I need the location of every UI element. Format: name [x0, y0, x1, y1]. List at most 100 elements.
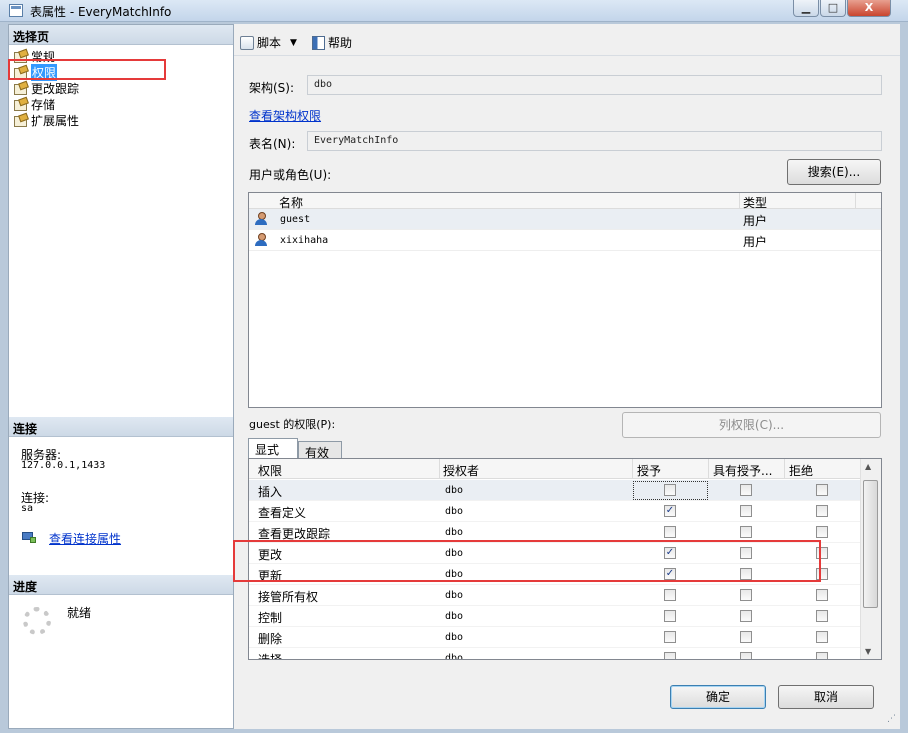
script-icon: [240, 35, 254, 50]
table-row[interactable]: 查看定义 dbo ✓: [249, 501, 861, 522]
deny-checkbox[interactable]: [816, 610, 828, 622]
page-icon: [13, 114, 28, 127]
help-icon: [312, 35, 325, 50]
grantor: dbo: [445, 590, 464, 601]
users-roles-grid: 名称 类型 guest 用户 xixihaha 用户: [248, 192, 882, 408]
schema-label: 架构(S):: [249, 81, 295, 95]
scrollbar-thumb[interactable]: [863, 480, 878, 608]
search-button[interactable]: 搜索(E)...: [787, 159, 881, 185]
with-grant-checkbox[interactable]: [740, 652, 752, 659]
column-header-grant[interactable]: 授予: [637, 462, 661, 479]
page-icon: [13, 82, 28, 95]
permission-name: 查看定义: [258, 506, 307, 520]
grant-checkbox[interactable]: [664, 631, 676, 643]
highlight-box-alter-update: [233, 540, 821, 582]
grant-checkbox[interactable]: [664, 610, 676, 622]
table-row[interactable]: guest 用户: [249, 209, 881, 230]
tab-explicit[interactable]: 显式: [248, 438, 298, 458]
user-icon: [254, 233, 268, 247]
table-row[interactable]: xixihaha 用户: [249, 230, 881, 251]
deny-checkbox[interactable]: [816, 589, 828, 601]
users-roles-label: 用户或角色(U):: [249, 168, 332, 182]
page-item-extended-properties[interactable]: 扩展属性: [13, 112, 79, 128]
with-grant-checkbox[interactable]: [740, 505, 752, 517]
grant-checkbox[interactable]: [664, 526, 676, 538]
column-permissions-button[interactable]: 列权限(C)...: [622, 412, 881, 438]
focus-cell: [633, 481, 708, 500]
select-page-header: 选择页: [9, 25, 233, 45]
view-schema-permissions-link[interactable]: 查看架构权限: [249, 107, 321, 124]
scroll-up-icon[interactable]: ▲: [865, 462, 871, 471]
with-grant-checkbox[interactable]: [740, 484, 752, 496]
connection-header: 连接: [9, 417, 233, 437]
page-icon: [13, 98, 28, 111]
grantor: dbo: [445, 611, 464, 622]
deny-checkbox[interactable]: [816, 631, 828, 643]
window-title: 表属性 - EveryMatchInfo: [30, 5, 172, 19]
grant-checkbox[interactable]: [664, 589, 676, 601]
table-row[interactable]: 选择 dbo: [249, 648, 861, 660]
column-header-grantor[interactable]: 授权者: [443, 462, 479, 479]
scroll-down-icon[interactable]: ▼: [865, 647, 871, 656]
grantor: dbo: [445, 632, 464, 643]
deny-checkbox[interactable]: [816, 652, 828, 659]
page-item-change-tracking[interactable]: 更改跟踪: [13, 80, 79, 96]
with-grant-checkbox[interactable]: [740, 526, 752, 538]
grantor: dbo: [445, 506, 464, 517]
with-grant-checkbox[interactable]: [740, 631, 752, 643]
permissions-grid-header: 权限 授权者 授予 具有授予... 拒绝: [249, 459, 861, 479]
help-button[interactable]: 帮助: [312, 34, 352, 51]
progress-spinner-icon: [23, 607, 51, 635]
deny-checkbox[interactable]: [816, 526, 828, 538]
column-header-deny[interactable]: 拒绝: [789, 462, 813, 479]
permission-name: 控制: [258, 611, 283, 625]
close-button[interactable]: X: [847, 0, 891, 17]
deny-checkbox[interactable]: [816, 484, 828, 496]
grantor: dbo: [445, 485, 464, 496]
permissions-scrollbar[interactable]: ▲ ▼: [860, 459, 881, 659]
user-name: guest: [280, 214, 311, 225]
grantor: dbo: [445, 527, 464, 538]
table-name-field: EveryMatchInfo: [307, 131, 882, 151]
deny-checkbox[interactable]: [816, 505, 828, 517]
page-item-label: 存储: [31, 97, 56, 112]
with-grant-checkbox[interactable]: [740, 589, 752, 601]
script-button[interactable]: 脚本 ▼: [240, 34, 297, 51]
progress-status: 就绪: [67, 606, 92, 620]
table-row[interactable]: 删除 dbo: [249, 627, 861, 648]
connection-properties-icon: [21, 531, 37, 544]
view-connection-properties-link[interactable]: 查看连接属性: [49, 530, 121, 547]
table-row[interactable]: 插入 dbo: [249, 480, 861, 501]
table-properties-icon: [9, 4, 23, 17]
maximize-button[interactable]: □: [820, 0, 846, 17]
grant-checkbox[interactable]: ✓: [664, 505, 676, 517]
permission-name: 插入: [258, 485, 283, 499]
users-grid-header: 名称 类型: [249, 193, 881, 210]
title-bar: 表属性 - EveryMatchInfo ▁ □ X: [0, 0, 908, 22]
table-row[interactable]: 控制 dbo: [249, 606, 861, 627]
column-header-permission[interactable]: 权限: [258, 462, 282, 479]
permission-name: 选择: [258, 653, 283, 660]
column-header-with-grant[interactable]: 具有授予...: [713, 462, 772, 479]
server-value: 127.0.0.1,1433: [21, 460, 106, 471]
minimize-button[interactable]: ▁: [793, 0, 819, 17]
tab-effective[interactable]: 有效: [298, 441, 342, 460]
resize-grip-icon[interactable]: ⋰: [887, 714, 896, 724]
connection-value: sa: [21, 503, 34, 514]
grantor: dbo: [445, 653, 464, 660]
table-row[interactable]: 接管所有权 dbo: [249, 585, 861, 606]
progress-header: 进度: [9, 575, 233, 595]
user-type: 用户: [743, 214, 768, 228]
page-item-label: 更改跟踪: [31, 81, 80, 96]
grant-checkbox[interactable]: [664, 652, 676, 659]
schema-field: dbo: [307, 75, 882, 95]
table-name-label: 表名(N):: [249, 137, 296, 151]
permission-name: 删除: [258, 632, 283, 646]
user-icon: [254, 212, 268, 226]
permissions-label: guest 的权限(P):: [249, 418, 336, 431]
ok-button[interactable]: 确定: [670, 685, 766, 709]
page-item-storage[interactable]: 存储: [13, 96, 55, 112]
with-grant-checkbox[interactable]: [740, 610, 752, 622]
cancel-button[interactable]: 取消: [778, 685, 874, 709]
chevron-down-icon: ▼: [290, 37, 297, 48]
